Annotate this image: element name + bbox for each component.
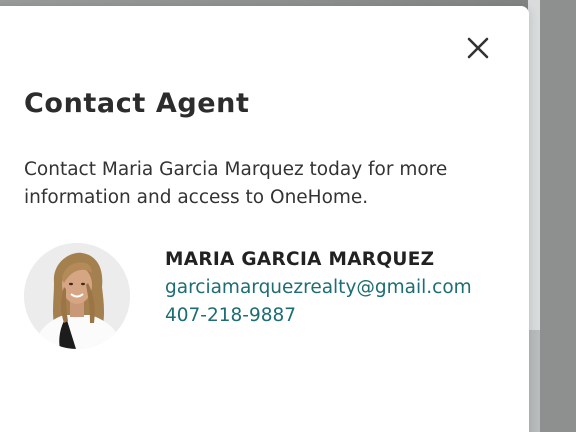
agent-photo: [24, 243, 130, 349]
agent-phone-link[interactable]: 407-218-9887: [165, 305, 296, 326]
close-icon: [467, 37, 489, 59]
agent-name: MARIA GARCIA MARQUEZ: [165, 249, 435, 270]
agent-avatar: [24, 243, 130, 349]
background-page-edge: [540, 0, 576, 432]
agent-email-link[interactable]: garciamarquezrealty@gmail.com: [165, 277, 472, 298]
dialog-title: Contact Agent: [24, 88, 250, 119]
close-button[interactable]: [462, 32, 494, 64]
contact-agent-dialog: Contact Agent Contact Maria Garcia Marqu…: [0, 6, 529, 432]
background-page-panel: [528, 330, 540, 432]
dialog-description: Contact Maria Garcia Marquez today for m…: [24, 159, 448, 208]
